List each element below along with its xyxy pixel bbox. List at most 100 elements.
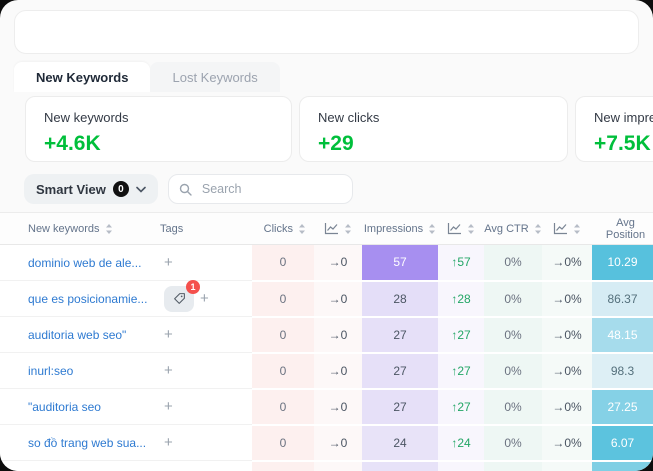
keyword-link[interactable]: so đồ trang web sua...	[0, 436, 152, 450]
clicks-trend-cell: →0	[314, 317, 362, 353]
tag-count-badge: 1	[186, 280, 200, 294]
tab-new-keywords[interactable]: New Keywords	[14, 62, 150, 92]
clicks-cell: 0	[252, 245, 314, 281]
line-chart-icon[interactable]	[553, 222, 568, 235]
impressions-cell: 24	[362, 425, 438, 461]
ctr-trend-cell: →0%	[542, 317, 592, 353]
add-tag-button[interactable]: +	[164, 435, 173, 450]
tab-lost-keywords[interactable]: Lost Keywords	[150, 62, 279, 92]
chevron-down-icon	[136, 186, 146, 193]
top-filter-bar[interactable]	[14, 10, 639, 54]
position-cell: 10.29	[592, 245, 653, 281]
impressions-trend-cell: ↑27	[438, 353, 484, 389]
ctr-trend-cell: →0%	[542, 425, 592, 461]
column-header-impressions: Impressions	[362, 213, 438, 245]
position-cell: 27.25	[592, 389, 653, 425]
add-tag-button[interactable]: +	[164, 363, 173, 378]
clicks-trend-cell: →0	[314, 389, 362, 425]
tag-chip-button[interactable]: 1	[164, 286, 194, 312]
sort-icon[interactable]	[105, 223, 113, 235]
position-cell	[592, 461, 653, 471]
stat-card-new-clicks: New clicks +29	[299, 96, 568, 162]
clicks-cell: 0	[252, 317, 314, 353]
clicks-trend-cell	[314, 461, 362, 471]
search-icon	[179, 183, 192, 196]
sort-icon[interactable]	[534, 223, 542, 235]
impressions-trend-cell: ↑27	[438, 317, 484, 353]
ctr-cell: 0%	[484, 317, 542, 353]
table-header-row: New keywords Tags Clicks	[0, 213, 653, 245]
keyword-cell	[0, 461, 152, 471]
stat-label: New keywords	[44, 110, 291, 125]
tags-cell: +	[152, 389, 252, 425]
ctr-cell: 0%	[484, 389, 542, 425]
impressions-trend-cell: ↑57	[438, 245, 484, 281]
impressions-cell: 57	[362, 245, 438, 281]
column-label: Avg Position	[598, 217, 653, 241]
keyword-cell: dominio web de ale...	[0, 245, 152, 281]
add-tag-button[interactable]: +	[200, 291, 209, 306]
add-tag-button[interactable]: +	[164, 255, 173, 270]
ctr-cell: 0%	[484, 245, 542, 281]
line-chart-icon[interactable]	[324, 222, 339, 235]
smart-view-label: Smart View	[36, 182, 106, 197]
keywords-table: New keywords Tags Clicks	[0, 212, 653, 471]
keyword-link[interactable]: "auditoria seo	[0, 400, 152, 414]
column-label: Clicks	[264, 223, 293, 235]
tags-cell: 1 +	[152, 281, 252, 317]
search-box	[168, 174, 353, 204]
impressions-cell: 27	[362, 353, 438, 389]
table-row: "auditoria seo + 0 →0 27 ↑27 0% →0% 27.2…	[0, 389, 653, 425]
tags-cell: +	[152, 245, 252, 281]
table-body: dominio web de ale... + 0 →0 57 ↑57 0% →…	[0, 245, 653, 471]
keyword-cell: auditoria web seo"	[0, 317, 152, 353]
stat-card-new-keywords: New keywords +4.6K	[25, 96, 292, 162]
sort-icon[interactable]	[573, 223, 581, 235]
clicks-trend-cell: →0	[314, 353, 362, 389]
column-label: New keywords	[28, 223, 100, 235]
column-label: Avg CTR	[484, 223, 528, 235]
impressions-trend-cell: ↑27	[438, 389, 484, 425]
clicks-cell: 0	[252, 353, 314, 389]
column-header-clicks: Clicks	[252, 213, 314, 245]
search-input[interactable]	[200, 181, 342, 197]
table-row: auditoria web seo" + 0 →0 27 ↑27 0% →0% …	[0, 317, 653, 353]
ctr-trend-cell	[542, 461, 592, 471]
line-chart-icon[interactable]	[447, 222, 462, 235]
ctr-trend-cell: →0%	[542, 245, 592, 281]
add-tag-button[interactable]: +	[164, 327, 173, 342]
sort-icon[interactable]	[428, 223, 436, 235]
sort-icon[interactable]	[298, 223, 306, 235]
tab-label: New Keywords	[36, 70, 128, 85]
column-header-clicks-trend	[314, 213, 362, 245]
add-tag-button[interactable]: +	[164, 399, 173, 414]
tags-cell: +	[152, 425, 252, 461]
smart-view-dropdown[interactable]: Smart View 0	[24, 174, 158, 204]
clicks-cell	[252, 461, 314, 471]
tags-cell	[152, 461, 252, 471]
keyword-link[interactable]: auditoria web seo"	[0, 328, 152, 342]
column-label: Impressions	[364, 223, 423, 235]
stat-card-new-impressions: New impress +7.5K	[575, 96, 653, 162]
keyword-cell: que es posicionamie...	[0, 281, 152, 317]
sort-icon[interactable]	[467, 223, 475, 235]
keyword-link[interactable]: que es posicionamie...	[0, 292, 152, 306]
column-header-avg-ctr: Avg CTR	[484, 213, 542, 245]
column-header-new-keywords: New keywords	[0, 213, 152, 245]
column-header-avg-position: Avg Position	[592, 213, 653, 245]
table-toolbar: Smart View 0	[24, 174, 653, 204]
column-label: Tags	[160, 223, 183, 235]
clicks-trend-cell: →0	[314, 425, 362, 461]
ctr-cell: 0%	[484, 425, 542, 461]
table-row: que es posicionamie... 1 + 0 →0 28 ↑28 0…	[0, 281, 653, 317]
keyword-link[interactable]: dominio web de ale...	[0, 256, 152, 270]
ctr-trend-cell: →0%	[542, 389, 592, 425]
table-row: so đồ trang web sua... + 0 →0 24 ↑24 0% …	[0, 425, 653, 461]
keyword-cell: "auditoria seo	[0, 389, 152, 425]
keyword-link[interactable]: inurl:seo	[0, 364, 152, 378]
impressions-cell	[362, 461, 438, 471]
sort-icon[interactable]	[344, 223, 352, 235]
keyword-cell: inurl:seo	[0, 353, 152, 389]
impressions-cell: 27	[362, 317, 438, 353]
tags-cell: +	[152, 317, 252, 353]
